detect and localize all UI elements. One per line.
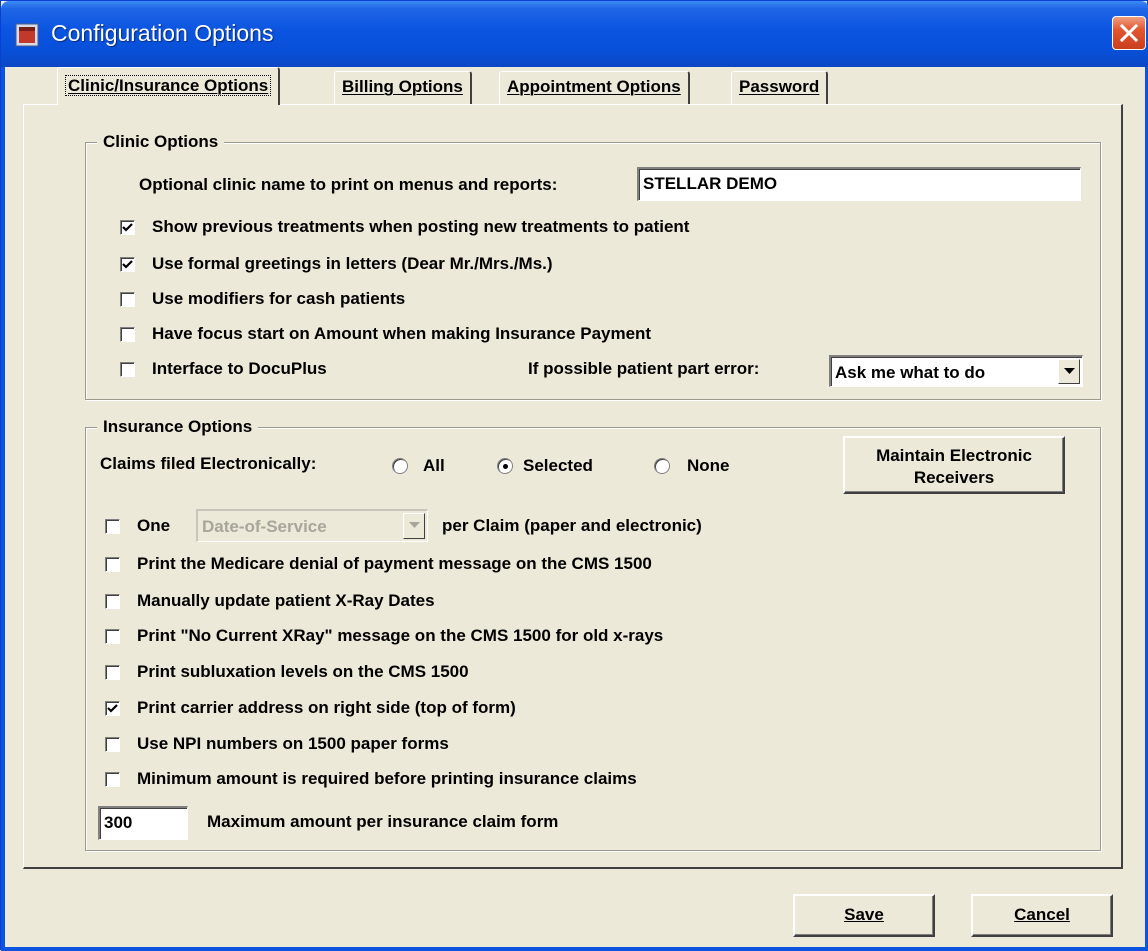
max-amount-label: Maximum amount per insurance claim form	[207, 812, 559, 831]
one-per-claim-select[interactable]: Date-of-Service	[196, 509, 428, 542]
carrier-address-checkbox[interactable]	[105, 701, 120, 716]
insurance-options-title: Insurance Options	[97, 417, 259, 437]
tab-label: Password	[739, 77, 820, 96]
title-bar[interactable]: Configuration Options	[1, 1, 1148, 67]
xray-dates-checkbox[interactable]	[105, 594, 120, 609]
npi-numbers-label: Use NPI numbers on 1500 paper forms	[137, 734, 449, 753]
formal-greetings-checkbox[interactable]	[120, 257, 135, 272]
one-per-claim-value: Date-of-Service	[202, 517, 327, 536]
maintain-receivers-button[interactable]: Maintain Electronic Receivers	[843, 436, 1065, 494]
save-button[interactable]: Save	[793, 894, 935, 937]
checkmark-icon	[122, 223, 133, 232]
radio-all[interactable]	[392, 458, 408, 474]
max-amount-input[interactable]: 300	[98, 806, 188, 840]
configuration-window: Configuration Options Clinic/Insurance O…	[0, 0, 1148, 951]
show-previous-treatments-label: Show previous treatments when posting ne…	[152, 217, 690, 236]
medicare-denial-checkbox[interactable]	[105, 557, 120, 572]
minimum-amount-label: Minimum amount is required before printi…	[137, 769, 637, 788]
part-error-select[interactable]: Ask me what to do	[829, 355, 1083, 387]
chevron-down-icon	[409, 522, 420, 528]
window-frame-bottom	[1, 947, 1148, 951]
checkmark-icon	[122, 260, 133, 269]
minimum-amount-checkbox[interactable]	[105, 772, 120, 787]
radio-none-label: None	[687, 456, 730, 475]
tab-label: Clinic/Insurance Options	[68, 76, 269, 95]
chevron-down-icon	[1064, 368, 1075, 374]
radio-all-label: All	[423, 456, 445, 475]
modifiers-cash-label: Use modifiers for cash patients	[152, 289, 406, 308]
cancel-button[interactable]: Cancel	[971, 894, 1113, 937]
show-previous-treatments-checkbox[interactable]	[120, 220, 135, 235]
claims-electronic-label: Claims filed Electronically:	[100, 454, 317, 473]
tab-appointment[interactable]: Appointment Options	[499, 71, 690, 104]
tab-label: Billing Options	[342, 77, 463, 96]
formal-greetings-label: Use formal greetings in letters (Dear Mr…	[152, 254, 553, 273]
subluxation-checkbox[interactable]	[105, 665, 120, 680]
checkmark-icon	[107, 704, 118, 713]
modifiers-cash-checkbox[interactable]	[120, 292, 135, 307]
one-label: One	[137, 516, 171, 535]
per-claim-label: per Claim (paper and electronic)	[442, 516, 702, 535]
tab-password[interactable]: Password	[731, 71, 829, 104]
medicare-denial-label: Print the Medicare denial of payment mes…	[137, 554, 652, 573]
tab-label: Appointment Options	[507, 77, 681, 96]
docuplus-checkbox[interactable]	[120, 362, 135, 377]
no-current-xray-checkbox[interactable]	[105, 629, 120, 644]
xray-dates-label: Manually update patient X-Ray Dates	[137, 591, 435, 610]
dropdown-arrow-button[interactable]	[403, 513, 425, 539]
clinic-options-title: Clinic Options	[97, 132, 225, 152]
clinic-name-label: Optional clinic name to print on menus a…	[139, 175, 558, 194]
npi-numbers-checkbox[interactable]	[105, 737, 120, 752]
cancel-button-label: Cancel	[1014, 905, 1070, 924]
close-icon	[1120, 24, 1138, 42]
close-button[interactable]	[1112, 16, 1146, 50]
app-icon	[15, 23, 39, 47]
subluxation-label: Print subluxation levels on the CMS 1500	[137, 662, 469, 681]
docuplus-label: Interface to DocuPlus	[152, 359, 327, 378]
focus-amount-label: Have focus start on Amount when making I…	[152, 324, 652, 343]
radio-selected[interactable]	[497, 458, 513, 474]
dropdown-arrow-button[interactable]	[1058, 359, 1080, 384]
no-current-xray-label: Print "No Current XRay" message on the C…	[137, 626, 664, 645]
radio-none[interactable]	[654, 458, 670, 474]
part-error-label: If possible patient part error:	[528, 359, 760, 378]
carrier-address-label: Print carrier address on right side (top…	[137, 698, 516, 717]
radio-dot	[503, 464, 508, 469]
save-button-label: Save	[844, 905, 884, 924]
tab-clinic-insurance[interactable]: Clinic/Insurance Options	[57, 67, 281, 105]
window-title: Configuration Options	[51, 20, 274, 46]
clinic-name-input[interactable]: STELLAR DEMO	[637, 167, 1081, 201]
tab-billing[interactable]: Billing Options	[334, 71, 472, 104]
focus-amount-checkbox[interactable]	[120, 327, 135, 342]
window-frame-left	[1, 67, 5, 951]
one-per-claim-checkbox[interactable]	[105, 519, 120, 534]
radio-selected-label: Selected	[523, 456, 593, 475]
part-error-value: Ask me what to do	[835, 363, 986, 382]
